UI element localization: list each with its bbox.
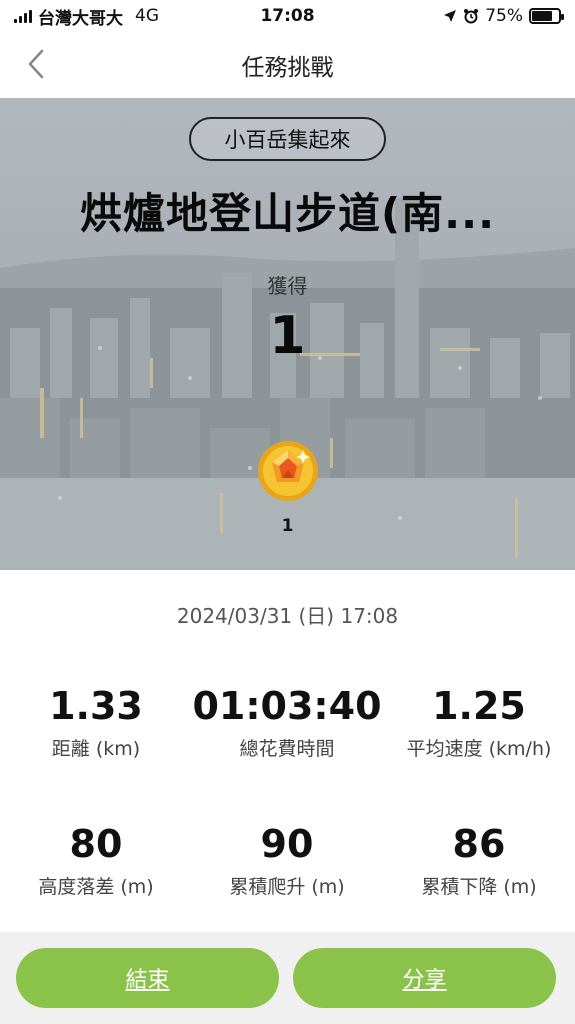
share-button[interactable]: 分享	[293, 948, 556, 1008]
end-button[interactable]: 結束	[16, 948, 279, 1008]
stat-value: 90	[260, 822, 314, 866]
stat-value: 1.25	[432, 684, 526, 728]
page-title: 任務挑戰	[241, 55, 334, 81]
stat-label: 總花費時間	[239, 738, 335, 760]
trail-title: 烘爐地登山步道(南...	[79, 189, 496, 238]
stat-label: 平均速度 (km/h)	[406, 738, 552, 760]
location-arrow-icon	[444, 10, 457, 22]
stat-distance: 1.33 距離 (km)	[0, 684, 192, 761]
stat-total-time: 01:03:40 總花費時間	[191, 684, 383, 761]
stat-value: 1.33	[49, 684, 143, 728]
stat-value: 86	[452, 822, 506, 866]
stat-value: 80	[69, 822, 123, 866]
stat-elevation-difference: 80 高度落差 (m)	[0, 822, 192, 899]
stat-avg-speed: 1.25 平均速度 (km/h)	[383, 684, 575, 761]
hero-banner: 小百岳集起來 烘爐地登山步道(南... 獲得 1 1	[0, 98, 575, 570]
stat-label: 累積下降 (m)	[421, 876, 537, 898]
signal-icon	[14, 9, 32, 23]
back-button[interactable]	[18, 46, 54, 82]
stat-label: 累積爬升 (m)	[229, 876, 345, 898]
status-left: 台灣大哥大 4G	[14, 4, 159, 29]
stat-total-ascent: 90 累積爬升 (m)	[191, 822, 383, 899]
chevron-left-icon	[28, 49, 44, 79]
status-right: 75%	[443, 6, 564, 26]
status-bar: 台灣大哥大 4G 17:08 75%	[0, 0, 575, 32]
stat-total-descent: 86 累積下降 (m)	[383, 822, 575, 899]
battery-icon	[529, 8, 564, 24]
battery-fill	[532, 11, 552, 21]
battery-percent: 75%	[485, 6, 523, 26]
gold-medal-icon	[258, 441, 318, 501]
stat-label: 高度落差 (m)	[38, 876, 154, 898]
obtained-label: 獲得	[267, 274, 308, 298]
hero-content: 小百岳集起來 烘爐地登山步道(南... 獲得 1 1	[0, 98, 575, 570]
carrier-name: 台灣大哥大	[38, 8, 123, 29]
stat-label: 距離 (km)	[51, 738, 141, 760]
bottom-action-bar: 結束 分享	[0, 932, 575, 1024]
mission-category-chip: 小百岳集起來	[189, 117, 386, 161]
alarm-icon	[464, 9, 479, 24]
nav-bar: 任務挑戰	[0, 32, 575, 98]
medal-count: 1	[281, 516, 294, 536]
record-datetime: 2024/03/31 (日) 17:08	[176, 604, 399, 628]
obtained-count: 1	[269, 306, 306, 366]
network-type: 4G	[135, 6, 159, 26]
stat-value: 01:03:40	[192, 684, 382, 728]
